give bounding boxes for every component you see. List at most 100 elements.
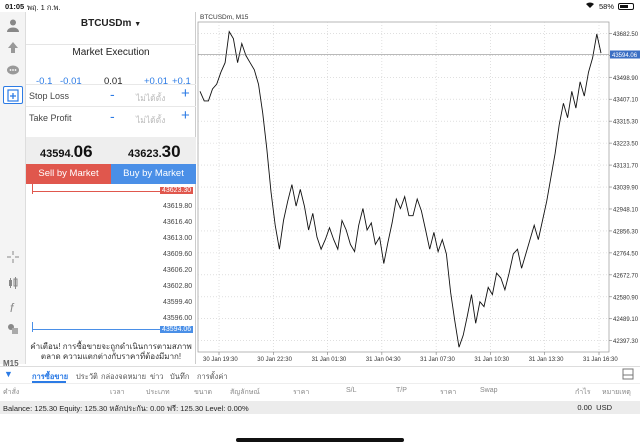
chat-icon[interactable] (3, 62, 23, 80)
ladder-level: 43602.80 (163, 283, 193, 290)
left-toolbar: f M15 (0, 12, 26, 368)
column-header[interactable]: Swap (480, 387, 498, 394)
column-header[interactable]: เวลา (110, 387, 125, 398)
symbol-selector[interactable]: BTCUSDm ▼ (26, 18, 196, 29)
column-header[interactable]: ราคา (440, 387, 456, 398)
y-tick-label: 43223.50 (613, 142, 639, 148)
bottom-tabs: ▼ การซื้อขาย ประวัติ กล่องจดหมาย ข่าว บั… (0, 366, 640, 383)
y-tick-label: 43682.50 (613, 32, 639, 38)
tab-news[interactable]: ข่าว (150, 371, 164, 383)
tab-history[interactable]: ประวัติ (76, 371, 98, 383)
take-profit-minus-button[interactable]: - (110, 108, 115, 124)
x-tick-label: 31 Jan 10:30 (474, 357, 509, 363)
ladder-bid-level: 43594.06 (160, 326, 194, 333)
objects-icon[interactable] (3, 320, 23, 338)
y-tick-label: 43498.90 (613, 76, 639, 82)
stop-loss-plus-button[interactable]: + (181, 85, 190, 102)
ask-line (32, 191, 160, 192)
tab-mailbox[interactable]: กล่องจดหมาย (101, 371, 146, 383)
chevron-down-icon: ▼ (134, 21, 142, 28)
take-profit-input[interactable]: ไม่ได้ตั้ง (136, 113, 165, 127)
price-chart[interactable]: BTCUSDm, M15 43682.5043590.7043498.90434… (197, 12, 640, 364)
price-line-series (199, 30, 602, 348)
bid-marker (32, 322, 33, 332)
column-header[interactable]: คำสั่ง (3, 387, 19, 398)
crosshair-icon[interactable] (3, 248, 23, 266)
column-header[interactable]: สัญลักษณ์ (230, 387, 260, 398)
symbol-name: BTCUSDm (80, 18, 132, 29)
expand-panel-icon[interactable] (622, 368, 634, 382)
candles-icon[interactable] (3, 274, 23, 292)
y-tick-label: 42764.50 (613, 251, 639, 257)
new-order-icon[interactable] (3, 86, 23, 104)
y-tick-label: 43131.70 (613, 164, 639, 170)
ask-marker (32, 184, 33, 194)
x-tick-label: 31 Jan 01:30 (312, 357, 347, 363)
total-profit: 0.00 USD (577, 403, 612, 412)
bid-line (32, 329, 160, 330)
chart-title: BTCUSDm, M15 (200, 14, 249, 21)
order-buttons: Sell by Market Buy by Market (26, 164, 196, 184)
ladder-level: 43599.40 (163, 299, 193, 306)
ladder-level: 43613.00 (163, 235, 193, 242)
column-header[interactable]: ประเภท (146, 387, 170, 398)
wifi-icon (585, 1, 595, 11)
battery-icon (618, 2, 634, 10)
ladder-level: 43596.00 (163, 315, 193, 322)
depth-ladder: 43623.30 43619.80 43616.40 43613.00 4360… (26, 184, 196, 339)
tab-journal[interactable]: บันทึก (170, 371, 189, 383)
buy-by-market-button[interactable]: Buy by Market (111, 164, 196, 184)
column-header[interactable]: S/L (346, 387, 357, 394)
stop-loss-minus-button[interactable]: - (110, 86, 115, 102)
sell-by-market-button[interactable]: Sell by Market (26, 164, 111, 184)
execution-type[interactable]: Market Execution (26, 44, 196, 58)
x-tick-label: 31 Jan 07:30 (420, 357, 455, 363)
x-tick-label: 31 Jan 16:30 (583, 357, 618, 363)
collapse-icon[interactable]: ▼ (4, 369, 13, 379)
x-tick-label: 31 Jan 04:30 (366, 357, 401, 363)
y-tick-label: 42948.10 (613, 207, 639, 213)
y-tick-label: 42672.70 (613, 273, 639, 279)
plot-frame (197, 21, 610, 353)
column-header[interactable]: หมายเหตุ (602, 387, 631, 398)
y-tick-label: 42580.90 (613, 295, 639, 301)
ladder-level: 43606.20 (163, 267, 193, 274)
stop-loss-label: Stop Loss (29, 91, 70, 101)
y-tick-label: 43315.30 (613, 120, 639, 126)
trade-icon[interactable] (3, 38, 23, 56)
home-indicator[interactable] (236, 438, 404, 442)
tab-settings[interactable]: การตั้งค่า (197, 371, 228, 383)
indicator-icon[interactable]: f (3, 298, 23, 316)
y-tick-label: 42489.10 (613, 317, 639, 323)
trade-table-header: คำสั่ง เวลา ประเภท ขนาด สัญลักษณ์ ราคา S… (0, 383, 640, 397)
chart-canvas[interactable]: 43682.5043590.7043498.9043407.1043315.30… (197, 12, 640, 364)
stop-loss-input[interactable]: ไม่ได้ตั้ง (136, 91, 165, 105)
order-panel: BTCUSDm ▼ Market Execution -0.1 -0.01 0.… (26, 12, 196, 364)
ladder-level: 43616.40 (163, 219, 193, 226)
y-tick-label: 42397.30 (613, 339, 639, 345)
balance-bar: Balance: 125.30 Equity: 125.30 หลักประกั… (0, 401, 640, 414)
account-icon[interactable] (3, 16, 23, 34)
svg-text:f: f (10, 301, 15, 314)
column-header[interactable]: ราคา (293, 387, 309, 398)
current-price-label: 43594.06 (612, 53, 638, 59)
ladder-level: 43619.80 (163, 203, 193, 210)
balance-summary: Balance: 125.30 Equity: 125.30 หลักประกั… (3, 404, 249, 413)
y-tick-label: 42856.30 (613, 229, 639, 235)
take-profit-row: Take Profit - ไม่ได้ตั้ง + (26, 106, 196, 128)
column-header[interactable]: กำไร (575, 387, 590, 398)
x-tick-label: 30 Jan 19:30 (203, 357, 238, 363)
ladder-ask-level: 43623.30 (160, 187, 194, 194)
x-tick-label: 31 Jan 13:30 (529, 357, 564, 363)
take-profit-plus-button[interactable]: + (181, 107, 190, 124)
stop-loss-row: Stop Loss - ไม่ได้ตั้ง + (26, 84, 196, 106)
column-header[interactable]: ขนาด (194, 387, 212, 398)
y-tick-label: 43039.90 (613, 186, 639, 192)
ask-price: 43623.30 (128, 142, 181, 161)
status-icons: 58% (585, 1, 634, 11)
column-header[interactable]: T/P (396, 387, 407, 394)
y-tick-label: 43407.10 (613, 98, 639, 104)
x-tick-label: 30 Jan 22:30 (257, 357, 292, 363)
clock: 01:05 (5, 2, 25, 11)
price-quotes: 43594.06 43623.30 (26, 137, 196, 164)
